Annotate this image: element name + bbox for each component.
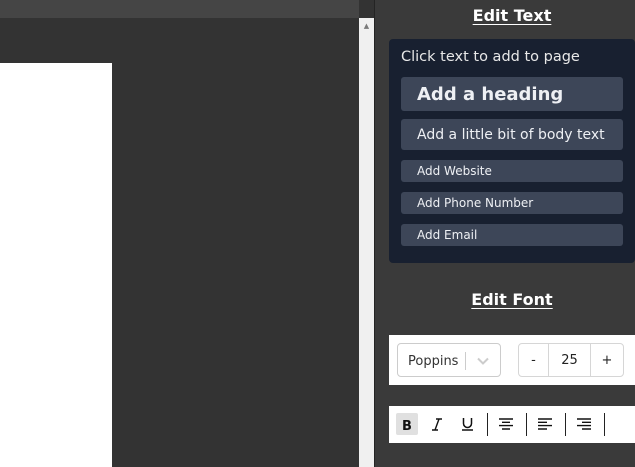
edit-font-title: Edit Font [471, 290, 553, 309]
font-size-increment-button[interactable]: + [590, 343, 624, 377]
font-size-stepper: - 25 + [518, 343, 624, 377]
font-size-value[interactable]: 25 [548, 343, 591, 377]
add-body-text-button[interactable]: Add a little bit of body text [401, 119, 623, 150]
canvas-area: ▲ [0, 0, 374, 467]
text-options-card: Click text to add to page Add a heading … [389, 39, 635, 263]
vertical-scrollbar[interactable]: ▲ [359, 18, 374, 467]
text-hint: Click text to add to page [401, 49, 580, 65]
design-page[interactable] [0, 63, 112, 467]
side-panel: Edit Text Click text to add to page Add … [375, 0, 635, 467]
font-controls: Poppins - 25 + [389, 335, 635, 385]
add-email-button[interactable]: Add Email [401, 224, 623, 246]
toolbar-separator [526, 413, 527, 436]
add-website-button[interactable]: Add Website [401, 160, 623, 182]
italic-icon[interactable] [426, 413, 448, 435]
toolbar-separator [565, 413, 566, 436]
align-center-icon[interactable] [495, 413, 517, 435]
toolbar-separator [487, 413, 488, 436]
format-toolbar: B [389, 406, 635, 443]
align-left-icon[interactable] [534, 413, 556, 435]
svg-text:B: B [402, 419, 412, 431]
font-family-value: Poppins [408, 354, 459, 369]
underline-icon[interactable] [456, 413, 478, 435]
edit-text-title: Edit Text [472, 6, 552, 25]
canvas-top-strip [0, 0, 359, 18]
select-separator [465, 352, 466, 370]
add-phone-number-button[interactable]: Add Phone Number [401, 192, 623, 214]
add-heading-button[interactable]: Add a heading [401, 77, 623, 111]
chevron-down-icon[interactable] [474, 352, 492, 370]
font-size-decrement-button[interactable]: - [518, 343, 549, 377]
align-right-icon[interactable] [573, 413, 595, 435]
toolbar-separator [604, 413, 605, 436]
font-family-select[interactable]: Poppins [397, 343, 501, 377]
scroll-up-arrow-icon[interactable]: ▲ [359, 18, 374, 34]
bold-icon[interactable]: B [396, 413, 418, 435]
